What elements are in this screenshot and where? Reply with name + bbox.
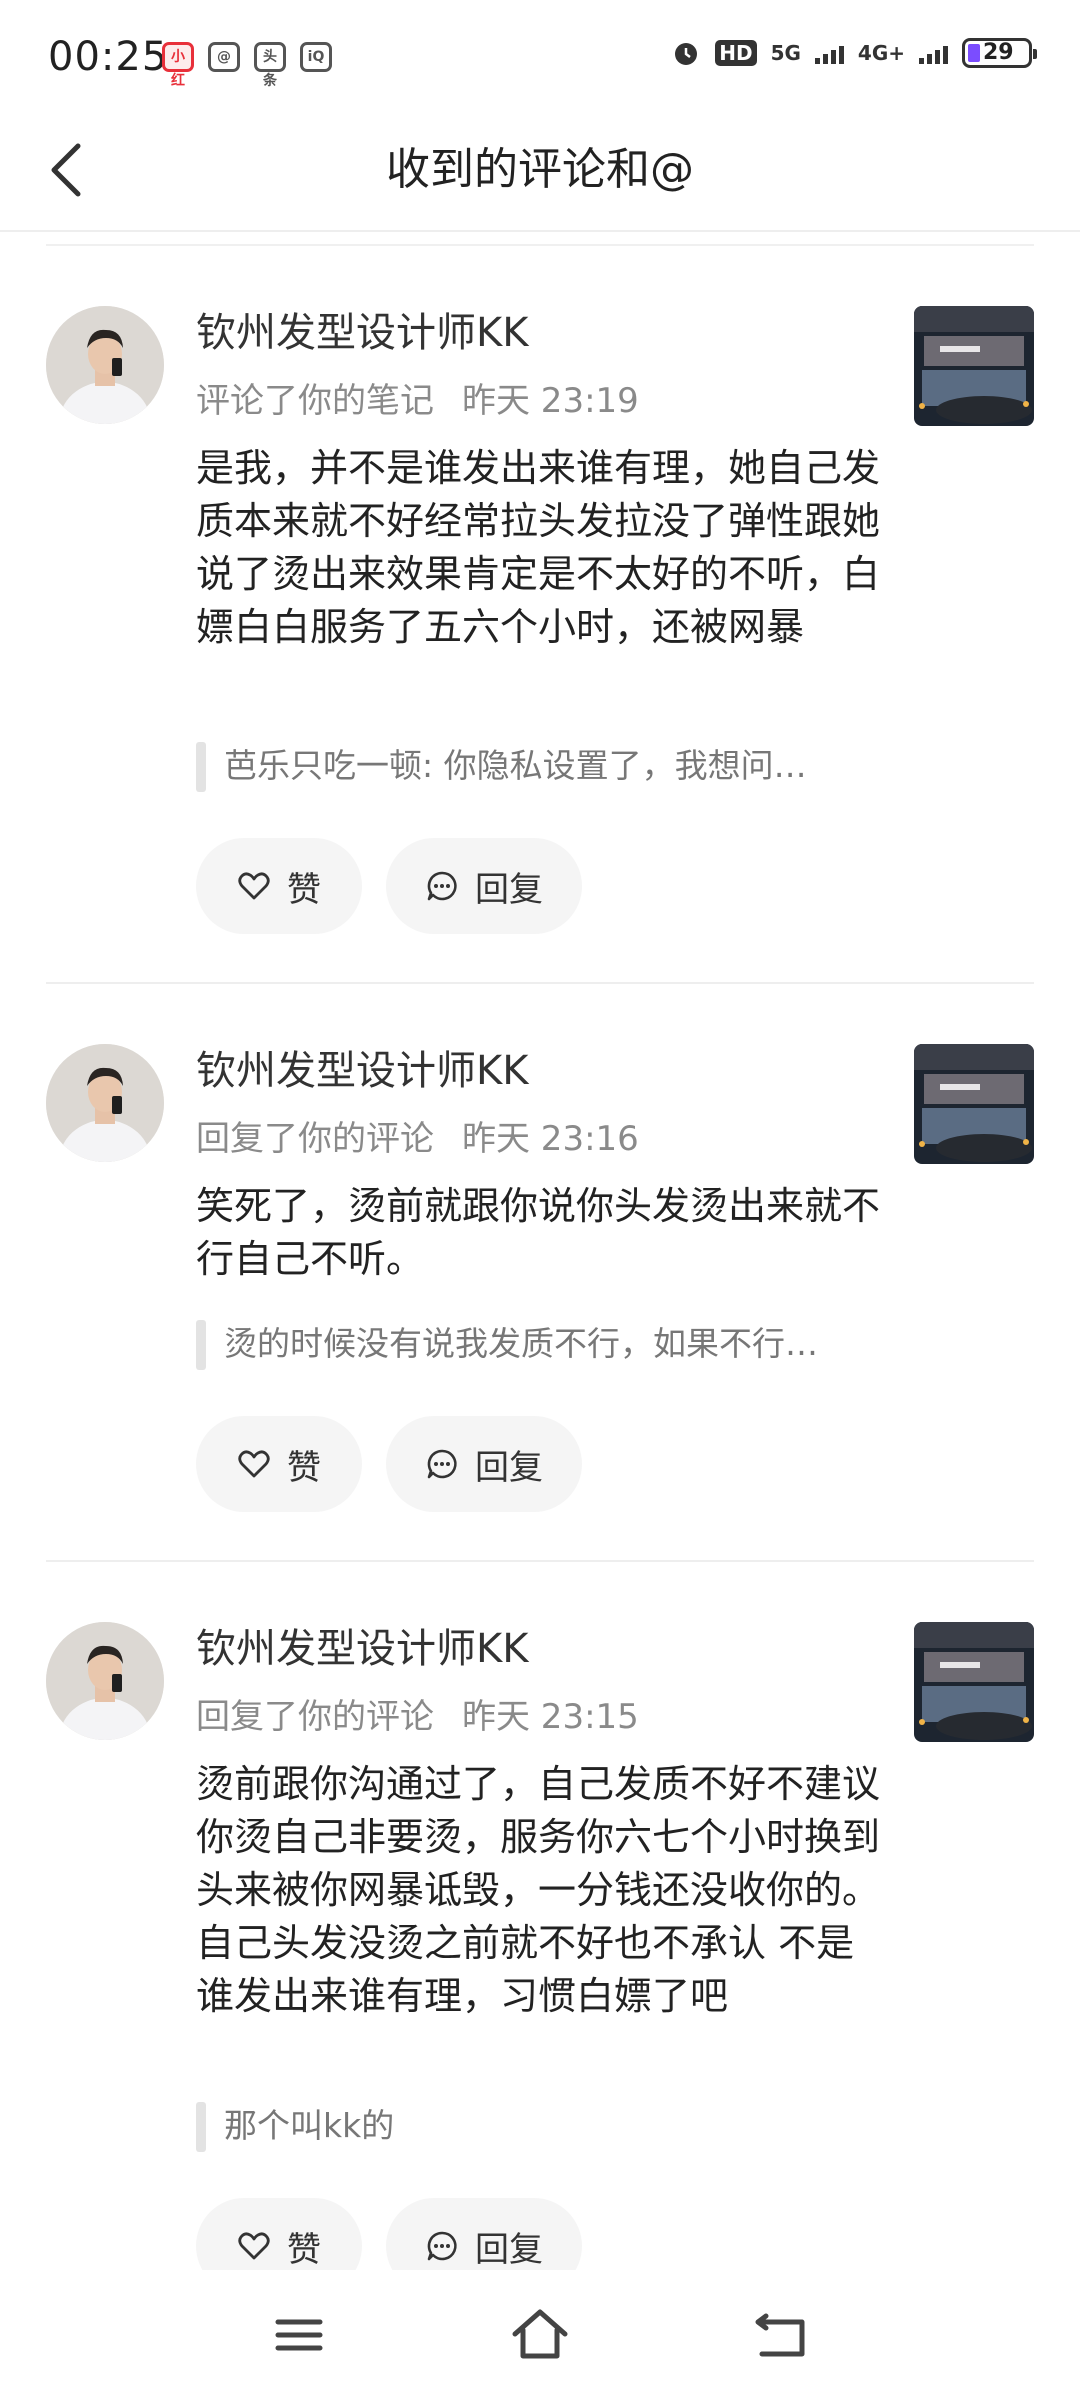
network-4g-label: 4G+	[857, 41, 905, 65]
comment-action: 回复了你的评论	[196, 1119, 434, 1159]
note-thumbnail[interactable]	[914, 1622, 1034, 1742]
note-thumbnail[interactable]	[914, 306, 1034, 426]
avatar[interactable]	[46, 1044, 164, 1162]
like-button[interactable]: 赞	[196, 2198, 362, 2272]
comment-content[interactable]: 是我，并不是谁发出来谁有理，她自己发质本来就不好经常拉头发拉没了弹性跟她说了烫出…	[196, 442, 886, 654]
comment-content[interactable]: 烫前跟你沟通过了，自己发质不好不建议你烫自己非要烫，服务你六七个小时换到头来被你…	[196, 1758, 886, 2023]
notification-icons: 小红 @ 头条 iQ	[162, 42, 332, 89]
system-navigation-bar	[0, 2270, 1080, 2400]
network-5g-label: 5G	[770, 41, 801, 65]
username[interactable]: 钦州发型设计师KK	[196, 1622, 528, 1676]
reply-label: 回复	[475, 2229, 543, 2270]
at-notification-icon: @	[208, 42, 240, 72]
battery-icon: 29	[962, 38, 1037, 68]
home-button[interactable]	[505, 2300, 575, 2370]
signal-4g-icon	[919, 42, 948, 64]
comment-icon	[427, 1449, 457, 1479]
like-button[interactable]: 赞	[196, 838, 362, 934]
comment-icon	[427, 871, 457, 901]
status-bar: 00:25 小红 @ 头条 iQ HD 5G 4G+ 29	[0, 0, 1080, 110]
hd-label: HD	[715, 40, 757, 66]
comment-actions: 赞 回复	[196, 838, 582, 934]
heart-icon	[238, 872, 270, 900]
avatar[interactable]	[46, 306, 164, 424]
comment-content[interactable]: 笑死了，烫前就跟你说你头发烫出来就不行自己不听。	[196, 1180, 886, 1286]
like-button[interactable]: 赞	[196, 1416, 362, 1512]
status-time: 00:25	[48, 34, 169, 80]
comment-time: 昨天 23:15	[462, 1697, 639, 1737]
page-title: 收到的评论和@	[386, 144, 694, 195]
comment-meta: 回复了你的评论 昨天 23:15	[196, 1694, 639, 1740]
quoted-comment[interactable]: 烫的时候没有说我发质不行，如果不行…	[196, 1318, 886, 1370]
page-header: 收到的评论和@	[0, 110, 1080, 232]
reply-label: 回复	[475, 1447, 543, 1488]
alarm-icon	[675, 43, 698, 65]
avatar[interactable]	[46, 1622, 164, 1740]
like-label: 赞	[287, 869, 321, 910]
like-label: 赞	[287, 1447, 321, 1488]
like-label: 赞	[287, 2229, 321, 2270]
back-nav-button[interactable]	[746, 2300, 816, 2370]
divider	[46, 244, 1034, 246]
comment-actions: 赞 回复	[196, 2198, 582, 2272]
comment-action: 评论了你的笔记	[196, 381, 434, 421]
quoted-comment[interactable]: 芭乐只吃一顿: 你隐私设置了，我想问…	[196, 740, 886, 792]
comment-actions: 赞 回复	[196, 1416, 582, 1512]
reply-button[interactable]: 回复	[386, 1416, 582, 1512]
comments-feed[interactable]: 钦州发型设计师KK 评论了你的笔记 昨天 23:19 是我，并不是谁发出来谁有理，…	[0, 232, 1080, 2272]
signal-5g-icon	[814, 42, 844, 64]
note-thumbnail[interactable]	[914, 1044, 1034, 1164]
divider	[46, 1560, 1034, 1562]
menu-icon	[275, 2319, 323, 2351]
system-status-icons: HD 5G 4G+ 29	[671, 38, 1037, 68]
username[interactable]: 钦州发型设计师KK	[196, 1044, 528, 1098]
heart-icon	[238, 2232, 270, 2260]
reply-button[interactable]: 回复	[386, 838, 582, 934]
comment-time: 昨天 23:19	[462, 381, 639, 421]
reply-label: 回复	[475, 869, 543, 910]
xiaohongshu-notification-icon: 小红	[162, 42, 194, 89]
iqiyi-notification-icon: iQ	[300, 42, 332, 72]
comment-icon	[427, 2231, 457, 2261]
back-arrow-icon	[755, 2313, 805, 2357]
reply-button[interactable]: 回复	[386, 2198, 582, 2272]
home-icon	[512, 2309, 568, 2359]
quoted-comment[interactable]: 那个叫kk的	[196, 2100, 886, 2152]
menu-button[interactable]	[264, 2300, 334, 2370]
comment-action: 回复了你的评论	[196, 1697, 434, 1737]
toutiao-notification-icon: 头条	[254, 42, 286, 89]
comment-meta: 评论了你的笔记 昨天 23:19	[196, 378, 639, 424]
comment-meta: 回复了你的评论 昨天 23:16	[196, 1116, 639, 1162]
username[interactable]: 钦州发型设计师KK	[196, 306, 528, 360]
heart-icon	[238, 1450, 270, 1478]
divider	[46, 982, 1034, 984]
comment-time: 昨天 23:16	[462, 1119, 639, 1159]
